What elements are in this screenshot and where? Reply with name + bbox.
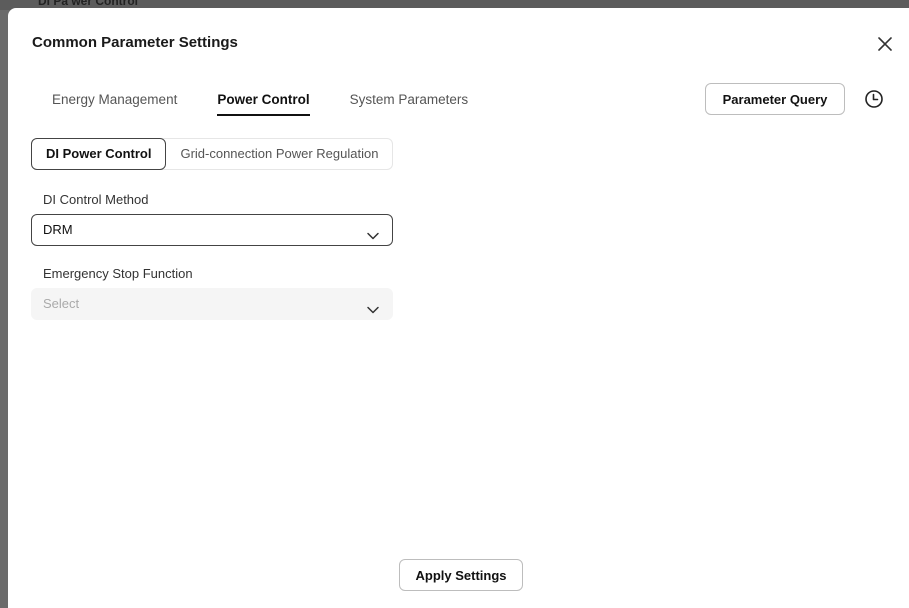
main-tabs: Energy Management Power Control System P… bbox=[32, 86, 488, 116]
clock-icon bbox=[864, 89, 884, 109]
tab-power-control[interactable]: Power Control bbox=[197, 86, 329, 116]
power-control-subtabs: DI Power Control Grid-connection Power R… bbox=[31, 138, 394, 170]
apply-settings-button[interactable]: Apply Settings bbox=[399, 559, 523, 591]
di-control-method-value: DRM bbox=[43, 222, 73, 237]
emergency-stop-placeholder: Select bbox=[43, 296, 80, 311]
chevron-down-icon bbox=[366, 298, 380, 314]
di-control-method-select[interactable]: DRM bbox=[31, 214, 393, 246]
tab-energy-management[interactable]: Energy Management bbox=[32, 86, 197, 116]
parameter-settings-dialog: Common Parameter Settings Energy Managem… bbox=[8, 8, 909, 608]
parameter-query-button[interactable]: Parameter Query bbox=[705, 83, 845, 115]
backdrop-peek-text: DI Pa wer Control bbox=[38, 0, 139, 8]
close-button[interactable] bbox=[875, 34, 895, 54]
emergency-stop-label: Emergency Stop Function bbox=[43, 266, 193, 281]
di-control-method-label: DI Control Method bbox=[43, 192, 149, 207]
close-icon bbox=[875, 34, 895, 54]
history-button[interactable] bbox=[864, 89, 884, 109]
tab-system-parameters[interactable]: System Parameters bbox=[330, 86, 489, 116]
subtab-grid-connection-power-regulation[interactable]: Grid-connection Power Regulation bbox=[166, 139, 392, 169]
dialog-title: Common Parameter Settings bbox=[32, 34, 238, 51]
chevron-down-icon bbox=[366, 224, 380, 240]
subtab-di-power-control[interactable]: DI Power Control bbox=[31, 138, 167, 170]
emergency-stop-select[interactable]: Select bbox=[31, 288, 393, 320]
